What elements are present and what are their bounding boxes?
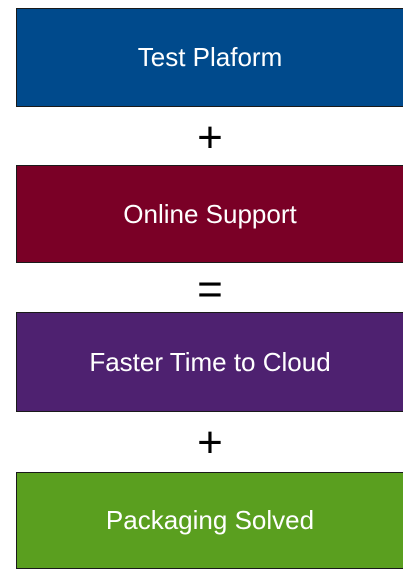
equals-operator: = (197, 265, 223, 314)
packaging-solved-box: Packaging Solved (16, 472, 403, 569)
plus-operator: + (197, 113, 223, 162)
faster-time-to-cloud-label: Faster Time to Cloud (89, 346, 331, 377)
online-support-box: Online Support (16, 165, 403, 263)
online-support-label: Online Support (123, 198, 297, 229)
faster-time-to-cloud-box: Faster Time to Cloud (16, 312, 403, 412)
test-platform-box: Test Plaform (16, 8, 403, 107)
packaging-solved-label: Packaging Solved (105, 505, 315, 535)
test-platform-label: Test Plaform (137, 42, 283, 72)
plus-operator: + (197, 418, 223, 467)
